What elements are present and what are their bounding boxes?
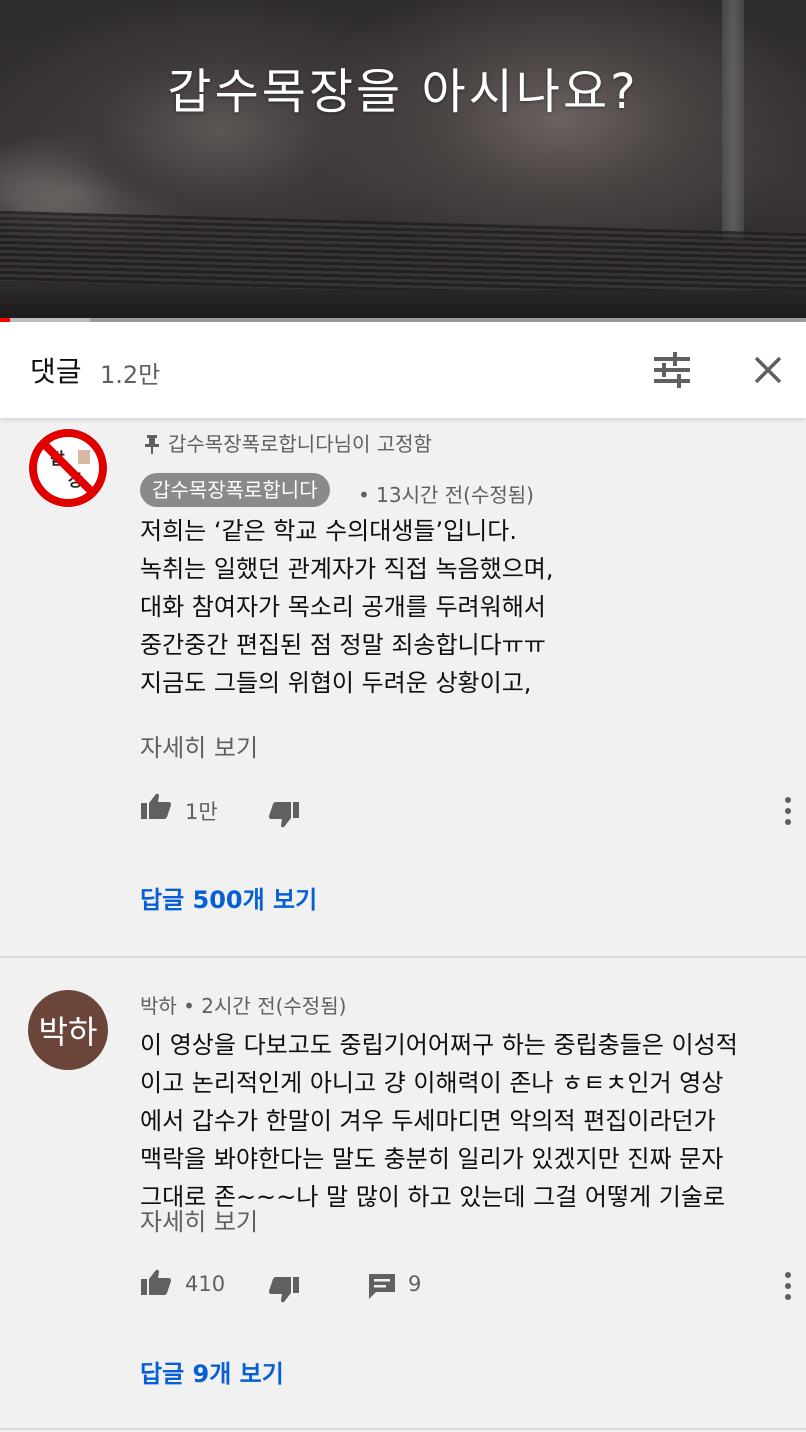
- comment-item: 갑 장 갑수목장폭로합니다님이 고정함 갑수목장폭로합니다 • 13시간 전(수…: [0, 418, 806, 956]
- comments-count: 1.2만: [100, 361, 161, 389]
- reply-count: 9: [408, 1272, 422, 1296]
- comment-divider: [0, 1428, 806, 1430]
- thumb-up-icon: [141, 1269, 171, 1295]
- thumb-down-icon: [269, 802, 299, 828]
- dislike-button[interactable]: [268, 801, 300, 829]
- sort-filter-icon: [654, 352, 690, 388]
- like-button[interactable]: [140, 792, 172, 820]
- comment-author-time: 박하 • 2시간 전(수정됨): [140, 994, 347, 1018]
- view-replies-link[interactable]: 답글 9개 보기: [140, 1354, 284, 1389]
- like-button[interactable]: [140, 1268, 172, 1296]
- avatar-initials: 박하: [38, 1013, 98, 1051]
- avatar[interactable]: 갑 장: [28, 428, 108, 508]
- close-icon: [754, 356, 782, 384]
- comment-time: • 13시간 전(수정됨): [358, 483, 534, 507]
- more-vert-icon: [785, 1272, 791, 1300]
- comments-title: 댓글: [30, 355, 82, 388]
- pin-icon: [145, 435, 159, 454]
- more-vert-icon: [785, 797, 791, 825]
- read-more-link[interactable]: 자세히 보기: [140, 1202, 258, 1237]
- like-count: 410: [185, 1272, 226, 1296]
- comment-body: 이 영상을 다보고도 중립기어어쩌구 하는 중립충들은 이성적 이고 논리적인게…: [140, 1031, 738, 1211]
- comment-item: 박하 박하 • 2시간 전(수정됨) 이 영상을 다보고도 중립기어어쩌구 하는…: [0, 958, 806, 1432]
- read-more-link[interactable]: 자세히 보기: [140, 728, 258, 763]
- view-replies-link[interactable]: 답글 500개 보기: [140, 880, 317, 915]
- comment-body: 저희는 ‘같은 학교 수의대생들’입니다. 녹취는 일했던 관계자가 직접 녹음…: [140, 517, 554, 697]
- pinned-label-text: 갑수목장폭로합니다님이 고정함: [168, 432, 432, 456]
- video-overlay-title: 갑수목장을 아시나요?: [167, 64, 639, 120]
- comment-icon: [369, 1274, 395, 1299]
- comment-menu-button[interactable]: [778, 1271, 798, 1301]
- thumb-down-icon: [269, 1277, 299, 1303]
- thumb-up-icon: [141, 793, 171, 819]
- avatar[interactable]: 박하: [28, 990, 108, 1070]
- video-background-rail: [0, 290, 806, 318]
- sort-filter-button[interactable]: [650, 350, 694, 390]
- comments-header: 댓글 1.2만: [0, 322, 806, 418]
- author-badge[interactable]: 갑수목장폭로합니다: [140, 473, 330, 507]
- video-player[interactable]: 갑수목장을 아시나요?: [0, 0, 806, 318]
- pinned-label: 갑수목장폭로합니다님이 고정함: [144, 428, 432, 457]
- reply-button[interactable]: [368, 1272, 396, 1300]
- avatar-no-sign-logo: 갑 장: [29, 429, 107, 507]
- close-comments-button[interactable]: [748, 350, 788, 390]
- dislike-button[interactable]: [268, 1276, 300, 1304]
- comment-menu-button[interactable]: [778, 796, 798, 826]
- like-count: 1만: [185, 800, 218, 824]
